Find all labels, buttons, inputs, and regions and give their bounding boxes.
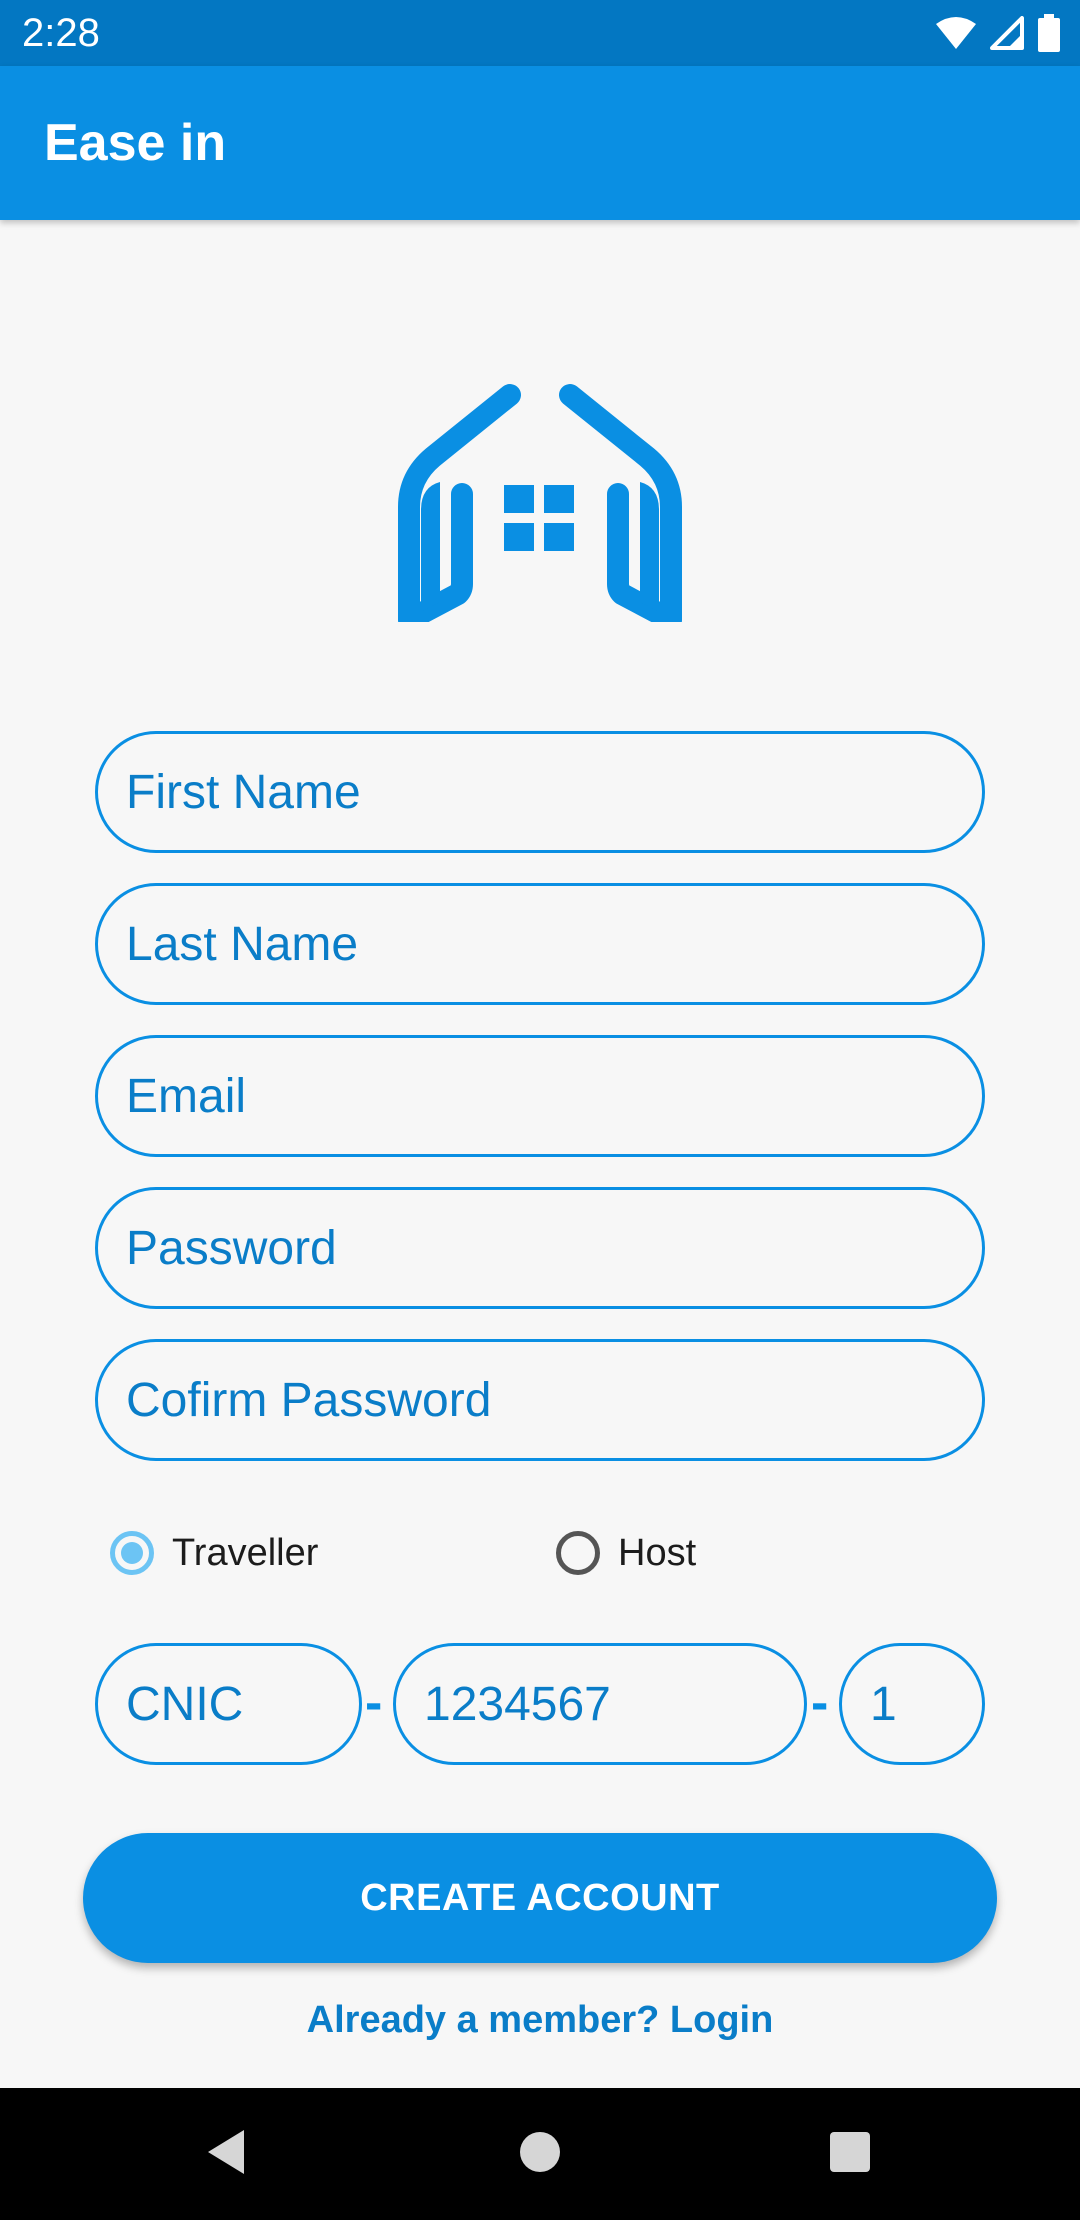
- nav-home-button[interactable]: [460, 2088, 620, 2220]
- cnic-part3-field[interactable]: [839, 1643, 985, 1765]
- cnic-part1-input[interactable]: [126, 1646, 341, 1762]
- recents-icon: [829, 2131, 871, 2177]
- email-input[interactable]: [126, 1038, 946, 1154]
- cnic-part1-field[interactable]: [95, 1643, 362, 1765]
- create-account-button[interactable]: CREATE ACCOUNT: [83, 1833, 997, 1963]
- house-logo-icon: [398, 382, 682, 631]
- password-field[interactable]: [95, 1187, 985, 1309]
- status-bar: 2:28: [0, 0, 1080, 66]
- status-icons: [936, 12, 1060, 54]
- radio-unchecked-icon[interactable]: [556, 1531, 600, 1575]
- cnic-part3-input[interactable]: [870, 1646, 965, 1762]
- confirm-password-input[interactable]: [126, 1342, 946, 1458]
- cnic-part2-input[interactable]: [424, 1646, 784, 1762]
- nav-recents-button[interactable]: [770, 2088, 930, 2220]
- radio-checked-icon[interactable]: [110, 1531, 154, 1575]
- wifi-icon: [936, 16, 976, 50]
- login-link[interactable]: Already a member? Login: [0, 1995, 1080, 2045]
- first-name-input[interactable]: [126, 734, 946, 850]
- cellular-signal-icon: [990, 16, 1024, 50]
- radio-traveller-label: Traveller: [172, 1531, 319, 1574]
- last-name-input[interactable]: [126, 886, 946, 1002]
- cnic-part2-field[interactable]: [393, 1643, 807, 1765]
- first-name-field[interactable]: [95, 731, 985, 853]
- back-icon: [204, 2128, 248, 2180]
- nav-back-button[interactable]: [146, 2088, 306, 2220]
- battery-icon: [1038, 14, 1060, 52]
- system-nav-bar: [0, 2088, 1080, 2220]
- confirm-password-field[interactable]: [95, 1339, 985, 1461]
- app-title: Ease in: [44, 114, 227, 172]
- home-icon: [519, 2131, 561, 2177]
- signup-screen: 2:28 Ease in First Name Last Name Email …: [0, 0, 1080, 2220]
- radio-host-label: Host: [618, 1531, 697, 1574]
- last-name-field[interactable]: [95, 883, 985, 1005]
- app-bar: Ease in: [0, 66, 1080, 220]
- status-time: 2:28: [22, 11, 100, 55]
- cnic-separator: -: [811, 1674, 829, 1732]
- password-input[interactable]: [126, 1190, 946, 1306]
- email-field[interactable]: [95, 1035, 985, 1157]
- cnic-separator: -: [365, 1674, 383, 1732]
- radio-host[interactable]: Host: [556, 1522, 696, 1584]
- radio-traveller[interactable]: Traveller: [110, 1522, 318, 1584]
